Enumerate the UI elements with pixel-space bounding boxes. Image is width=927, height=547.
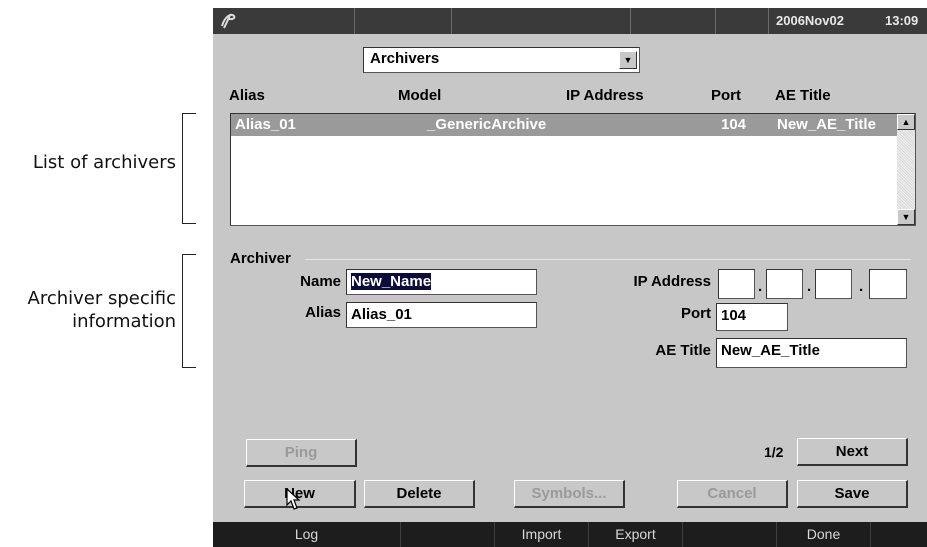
- delete-button[interactable]: Delete: [364, 480, 475, 508]
- info-callout-label-2: information: [72, 311, 176, 332]
- alias-value: Alias_01: [351, 306, 412, 323]
- symbols-button[interactable]: Symbols...: [514, 480, 625, 508]
- column-header-port: Port: [711, 87, 741, 104]
- softkey-done[interactable]: Done: [777, 522, 871, 547]
- softkey-export[interactable]: Export: [589, 522, 683, 547]
- row-port: 104: [721, 116, 747, 133]
- cancel-button[interactable]: Cancel: [677, 480, 788, 508]
- column-header-ae-title: AE Title: [775, 87, 831, 104]
- ip-address-label: IP Address: [633, 273, 711, 290]
- port-field[interactable]: 104: [716, 303, 788, 331]
- save-button[interactable]: Save: [797, 480, 908, 508]
- port-value: 104: [721, 307, 747, 324]
- archivers-dropdown[interactable]: Archivers ▼: [363, 47, 640, 73]
- table-row[interactable]: Alias_01 _GenericArchive 104 New_AE_Titl…: [231, 114, 897, 136]
- column-header-ip: IP Address: [566, 87, 644, 104]
- ip-dot-3: .: [859, 278, 864, 295]
- swirl-logo-icon: [219, 10, 239, 32]
- alias-field[interactable]: Alias_01: [346, 302, 537, 328]
- ip-octet-4-field[interactable]: [869, 269, 907, 299]
- softkey-blank-2[interactable]: [683, 522, 777, 547]
- name-label: Name: [300, 273, 341, 290]
- info-callout-label-1: Archiver specific: [27, 288, 176, 309]
- port-label: Port: [681, 305, 711, 322]
- mouse-pointer-icon: [286, 487, 302, 512]
- row-alias: Alias_01: [235, 116, 296, 133]
- device-screen: 2006Nov02 13:09 Archivers ▼ Alias Model …: [213, 8, 927, 547]
- ae-title-value: New_AE_Title: [721, 342, 820, 359]
- next-button[interactable]: Next: [797, 438, 908, 466]
- list-callout-bracket: [182, 113, 196, 224]
- time-display: 13:09: [885, 13, 919, 28]
- scroll-down-icon[interactable]: ▼: [897, 209, 915, 225]
- alias-label: Alias: [305, 304, 341, 321]
- ae-title-label: AE Title: [655, 342, 711, 359]
- dropdown-value: Archivers: [370, 50, 440, 67]
- ip-dot-1: .: [758, 278, 763, 295]
- softkey-blank-1[interactable]: [401, 522, 495, 547]
- ping-button[interactable]: Ping: [246, 439, 357, 467]
- ip-octet-3-field[interactable]: [815, 269, 852, 299]
- list-scrollbar[interactable]: ▲ ▼: [897, 114, 915, 225]
- row-model: _GenericArchive: [427, 116, 547, 133]
- name-value: New_Name: [351, 273, 432, 290]
- page-indicator: 1/2: [764, 444, 784, 460]
- list-callout-label: List of archivers: [32, 152, 176, 173]
- date-display: 2006Nov02: [776, 13, 844, 28]
- info-callout-bracket: [182, 254, 196, 368]
- column-header-alias: Alias: [229, 87, 265, 104]
- column-header-model: Model: [398, 87, 442, 104]
- scroll-up-icon[interactable]: ▲: [897, 114, 915, 130]
- name-field[interactable]: New_Name: [346, 269, 537, 295]
- bottom-softkey-bar: Log Import Export Done: [213, 522, 927, 547]
- ip-octet-1-field[interactable]: [718, 269, 755, 299]
- dropdown-arrow-icon[interactable]: ▼: [619, 51, 637, 69]
- top-status-bar: 2006Nov02 13:09: [213, 8, 927, 34]
- ip-octet-2-field[interactable]: [766, 269, 803, 299]
- archiver-list[interactable]: Alias_01 _GenericArchive 104 New_AE_Titl…: [230, 113, 916, 226]
- ip-dot-2: .: [807, 278, 812, 295]
- row-ae-title: New_AE_Title: [777, 116, 876, 133]
- section-divider: [305, 259, 911, 260]
- softkey-log[interactable]: Log: [213, 522, 401, 547]
- ae-title-field[interactable]: New_AE_Title: [716, 338, 907, 368]
- softkey-import[interactable]: Import: [495, 522, 589, 547]
- archiver-section-title: Archiver: [230, 250, 291, 267]
